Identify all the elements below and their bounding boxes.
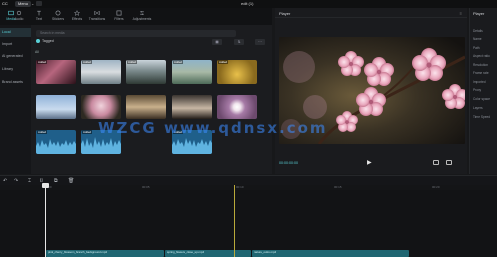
sort-icon[interactable]: ⇅ [234, 39, 244, 45]
media-thumb[interactable] [217, 95, 257, 119]
property-label: Proxy [473, 88, 482, 92]
app-logo: CC [2, 1, 8, 6]
media-thumb[interactable]: Added [81, 60, 121, 84]
tab-label: Text [35, 17, 43, 21]
media-thumb[interactable]: Added [36, 60, 76, 84]
thumb-label: Added [82, 60, 93, 64]
media-sidebar: Local Import AI generated Library Brand … [0, 25, 31, 174]
tab-label: Audio [14, 17, 24, 21]
split-icon[interactable]: ⌶ [28, 178, 31, 184]
menu-button[interactable]: Menu [15, 0, 32, 7]
thumb-label: Added [173, 60, 184, 64]
properties-panel: Player Details Name Path Aspect ratio Re… [469, 8, 497, 174]
property-label: Resolution [473, 63, 489, 67]
more-icon[interactable]: ⋯ [255, 39, 265, 45]
tagged-label: Tagged [42, 39, 54, 43]
asset-toolbar: Media Audio Text Stickers Effects Transi… [0, 8, 272, 25]
layout-icon[interactable] [36, 1, 42, 6]
watermark-text: WZCG www.qdnsx.com [98, 119, 328, 137]
timeline-tracks[interactable] [0, 190, 497, 257]
tab-filters[interactable]: Filters [108, 10, 130, 21]
media-thumb[interactable]: Added [217, 60, 257, 84]
effects-icon [74, 10, 80, 16]
sidebar-item-brand-assets[interactable]: Brand assets [0, 78, 31, 87]
media-thumb[interactable] [126, 95, 166, 119]
thumb-label: Added [82, 130, 93, 134]
media-thumb[interactable] [36, 95, 76, 119]
property-label: Frame rate [473, 71, 489, 75]
tab-effects[interactable]: Effects [66, 10, 88, 21]
tab-adjustments[interactable]: Adjustments [130, 10, 154, 21]
tab-audio[interactable]: Audio [8, 10, 30, 21]
project-title: edit (1) [241, 1, 254, 6]
tagged-filter[interactable]: Tagged [36, 39, 54, 44]
thumb-label: Added [218, 60, 229, 64]
property-label: Layers [473, 106, 483, 110]
timeline-toolbar: ↶ ↷ ⌶ ⌷ ⧉ 🗑 [0, 175, 497, 185]
property-label: Color space [473, 97, 491, 101]
audio-thumb[interactable]: Added [36, 130, 76, 154]
tab-label: Adjustments [132, 17, 152, 21]
property-label: Path [473, 46, 480, 50]
property-label: Name [473, 37, 482, 41]
filter-icon [116, 10, 122, 16]
tab-transitions[interactable]: Transitions [86, 10, 108, 21]
player-panel: Player ≡ 00:00:00:00 ▶ [275, 8, 467, 174]
thumb-label: Added [37, 130, 48, 134]
timeline-clip[interactable]: nature_outro.mp4 [252, 250, 409, 257]
timeline-clip[interactable]: spring_flowers_close_up.mp4 [165, 250, 251, 257]
ruler-tick: 00:05 [142, 185, 150, 189]
player-header: Player ≡ [275, 8, 467, 18]
media-thumb[interactable]: Added [172, 60, 212, 84]
fullscreen-icon[interactable] [446, 160, 452, 165]
ruler-tick: 00:20 [432, 185, 440, 189]
tab-label: Transitions [88, 17, 106, 21]
delete-icon[interactable]: 🗑 [68, 178, 74, 184]
ruler-tick: 00:10 [236, 185, 244, 189]
media-count-label: All [35, 50, 39, 54]
chevron-down-icon[interactable]: ⌄ [31, 1, 34, 6]
tab-label: Filters [114, 17, 124, 21]
search-input[interactable]: Search in media [36, 30, 236, 37]
title-bar: CC Menu ⌄ edit (1) [0, 0, 497, 8]
sidebar-item-import[interactable]: Import [0, 40, 31, 49]
media-thumb[interactable] [81, 95, 121, 119]
sidebar-item-ai-generated[interactable]: AI generated [0, 52, 31, 61]
sidebar-item-library[interactable]: Library [0, 65, 31, 74]
media-thumb[interactable]: Added [126, 60, 166, 84]
sticker-icon [55, 10, 61, 16]
property-label: Imported [473, 80, 486, 84]
timeline-clip[interactable]: pink_cherry_blossom_branch_background.mp… [46, 250, 164, 257]
playhead[interactable] [45, 183, 46, 257]
menu-icon[interactable]: ≡ [460, 11, 462, 16]
timeline-marker[interactable] [234, 185, 235, 257]
ruler-tick: 00:15 [334, 185, 342, 189]
thumb-label: Added [127, 60, 138, 64]
transition-icon [94, 10, 100, 16]
toggle-icon [36, 39, 40, 44]
sidebar-item-local[interactable]: Local [0, 28, 31, 37]
audio-icon [16, 10, 22, 16]
property-label: Time Speed [473, 115, 491, 119]
adjust-icon [140, 11, 144, 15]
undo-icon[interactable]: ↶ [3, 178, 7, 184]
tab-label: Stickers [51, 17, 65, 21]
player-title: Player [279, 11, 291, 16]
tab-label: Effects [71, 17, 83, 21]
thumb-label: Added [37, 60, 48, 64]
properties-title: Player [473, 11, 485, 16]
text-icon [37, 10, 41, 16]
redo-icon[interactable]: ↷ [14, 178, 18, 184]
media-panel: Search in media Tagged ▦ ⇅ ⋯ All Added A… [31, 25, 272, 174]
grid-view-icon[interactable]: ▦ [212, 39, 222, 45]
ratio-icon[interactable] [433, 160, 439, 165]
media-thumb[interactable] [172, 95, 212, 119]
copy-icon[interactable]: ⧉ [54, 178, 58, 184]
property-label: Details [473, 29, 483, 33]
property-label: Aspect ratio [473, 54, 490, 58]
play-button[interactable]: ▶ [367, 159, 372, 166]
playhead-handle[interactable] [42, 183, 49, 188]
timecode-readout: 00:00:00:00 [279, 161, 298, 165]
